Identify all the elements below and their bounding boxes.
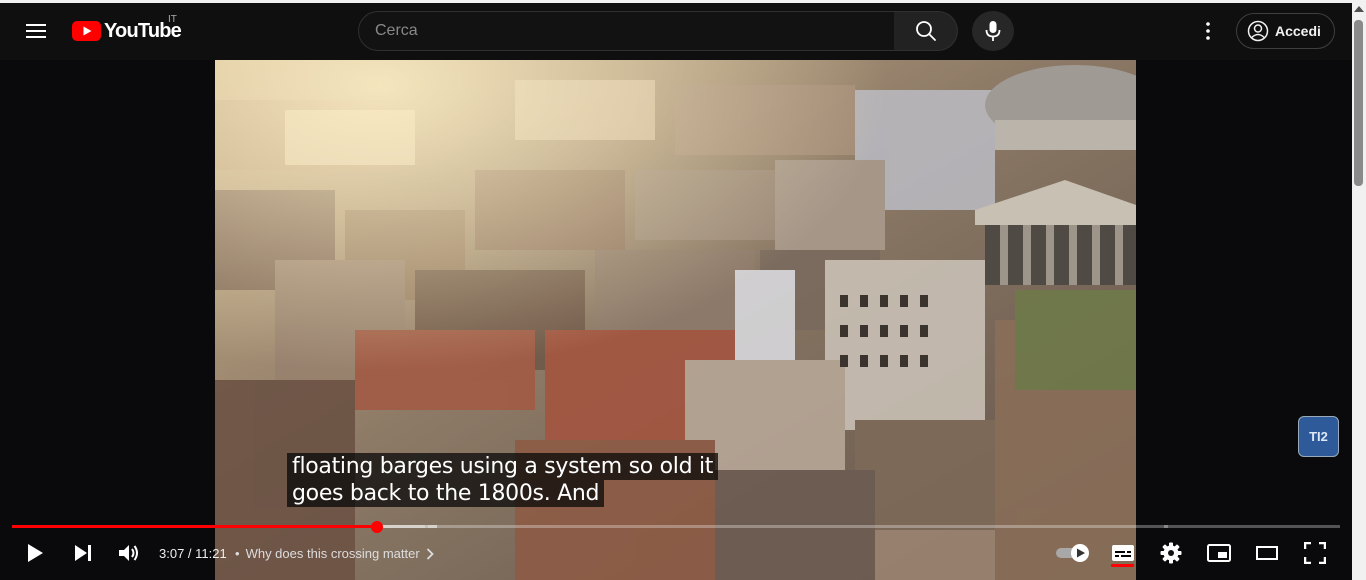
settings-button[interactable] bbox=[1156, 537, 1186, 569]
progress-played bbox=[12, 525, 377, 528]
play-button[interactable] bbox=[20, 537, 50, 569]
search-box bbox=[358, 11, 895, 51]
skip-next-icon bbox=[75, 545, 91, 561]
miniplayer-icon bbox=[1207, 544, 1231, 562]
caption-line-1: floating barges using a system so old it bbox=[287, 453, 719, 480]
chevron-right-icon bbox=[426, 547, 434, 560]
sign-in-label: Accedi bbox=[1275, 23, 1321, 39]
country-code: IT bbox=[168, 14, 177, 25]
chapter-title-button[interactable]: • Why does this crossing matter bbox=[235, 546, 434, 561]
more-vertical-icon bbox=[1206, 22, 1210, 40]
sign-in-button[interactable]: Accedi bbox=[1236, 13, 1335, 49]
autoplay-toggle-icon bbox=[1056, 544, 1089, 562]
next-button[interactable] bbox=[68, 537, 98, 569]
youtube-logo[interactable]: YouTube bbox=[72, 18, 182, 44]
miniplayer-button[interactable] bbox=[1204, 537, 1234, 569]
volume-icon bbox=[119, 545, 138, 561]
chapter-segment[interactable] bbox=[428, 525, 1168, 528]
menu-button[interactable] bbox=[16, 11, 56, 51]
channel-watermark[interactable]: TI2 bbox=[1298, 416, 1339, 457]
scrollbar-thumb[interactable] bbox=[1354, 20, 1363, 186]
volume-button[interactable] bbox=[114, 537, 144, 569]
subtitle-caption: floating barges using a system so old it… bbox=[287, 453, 719, 507]
youtube-logo-icon bbox=[72, 21, 101, 41]
time-display: 3:07 / 11:21 bbox=[159, 546, 227, 561]
gear-icon bbox=[1160, 542, 1182, 564]
subtitles-icon bbox=[1112, 545, 1134, 561]
fullscreen-icon bbox=[1304, 542, 1326, 564]
microphone-icon bbox=[985, 21, 1001, 41]
theater-mode-button[interactable] bbox=[1252, 537, 1282, 569]
caption-line-2: goes back to the 1800s. And bbox=[287, 480, 605, 507]
more-options-button[interactable] bbox=[1188, 11, 1228, 51]
fullscreen-button[interactable] bbox=[1300, 537, 1330, 569]
search-button[interactable] bbox=[894, 11, 958, 51]
search-icon bbox=[915, 21, 936, 41]
masthead: YouTube IT Accedi bbox=[0, 0, 1352, 60]
voice-search-button[interactable] bbox=[972, 11, 1014, 51]
top-border bbox=[0, 0, 1366, 3]
video-player[interactable]: floating barges using a system so old it… bbox=[0, 60, 1352, 580]
account-circle-icon bbox=[1247, 20, 1269, 42]
chapter-segment[interactable] bbox=[1164, 525, 1340, 528]
progress-scrubber[interactable] bbox=[371, 521, 383, 533]
chapter-title-label: Why does this crossing matter bbox=[245, 546, 420, 561]
autoplay-toggle[interactable] bbox=[1054, 537, 1092, 569]
search-input[interactable] bbox=[359, 12, 894, 50]
watermark-text: TI2 bbox=[1309, 429, 1328, 444]
scroll-up-arrow-icon[interactable] bbox=[1354, 6, 1364, 12]
subtitles-active-indicator bbox=[1111, 564, 1134, 567]
chapter-separator: • bbox=[235, 546, 240, 561]
play-icon bbox=[28, 544, 43, 562]
hamburger-icon bbox=[26, 24, 46, 38]
theater-mode-icon bbox=[1256, 546, 1278, 560]
